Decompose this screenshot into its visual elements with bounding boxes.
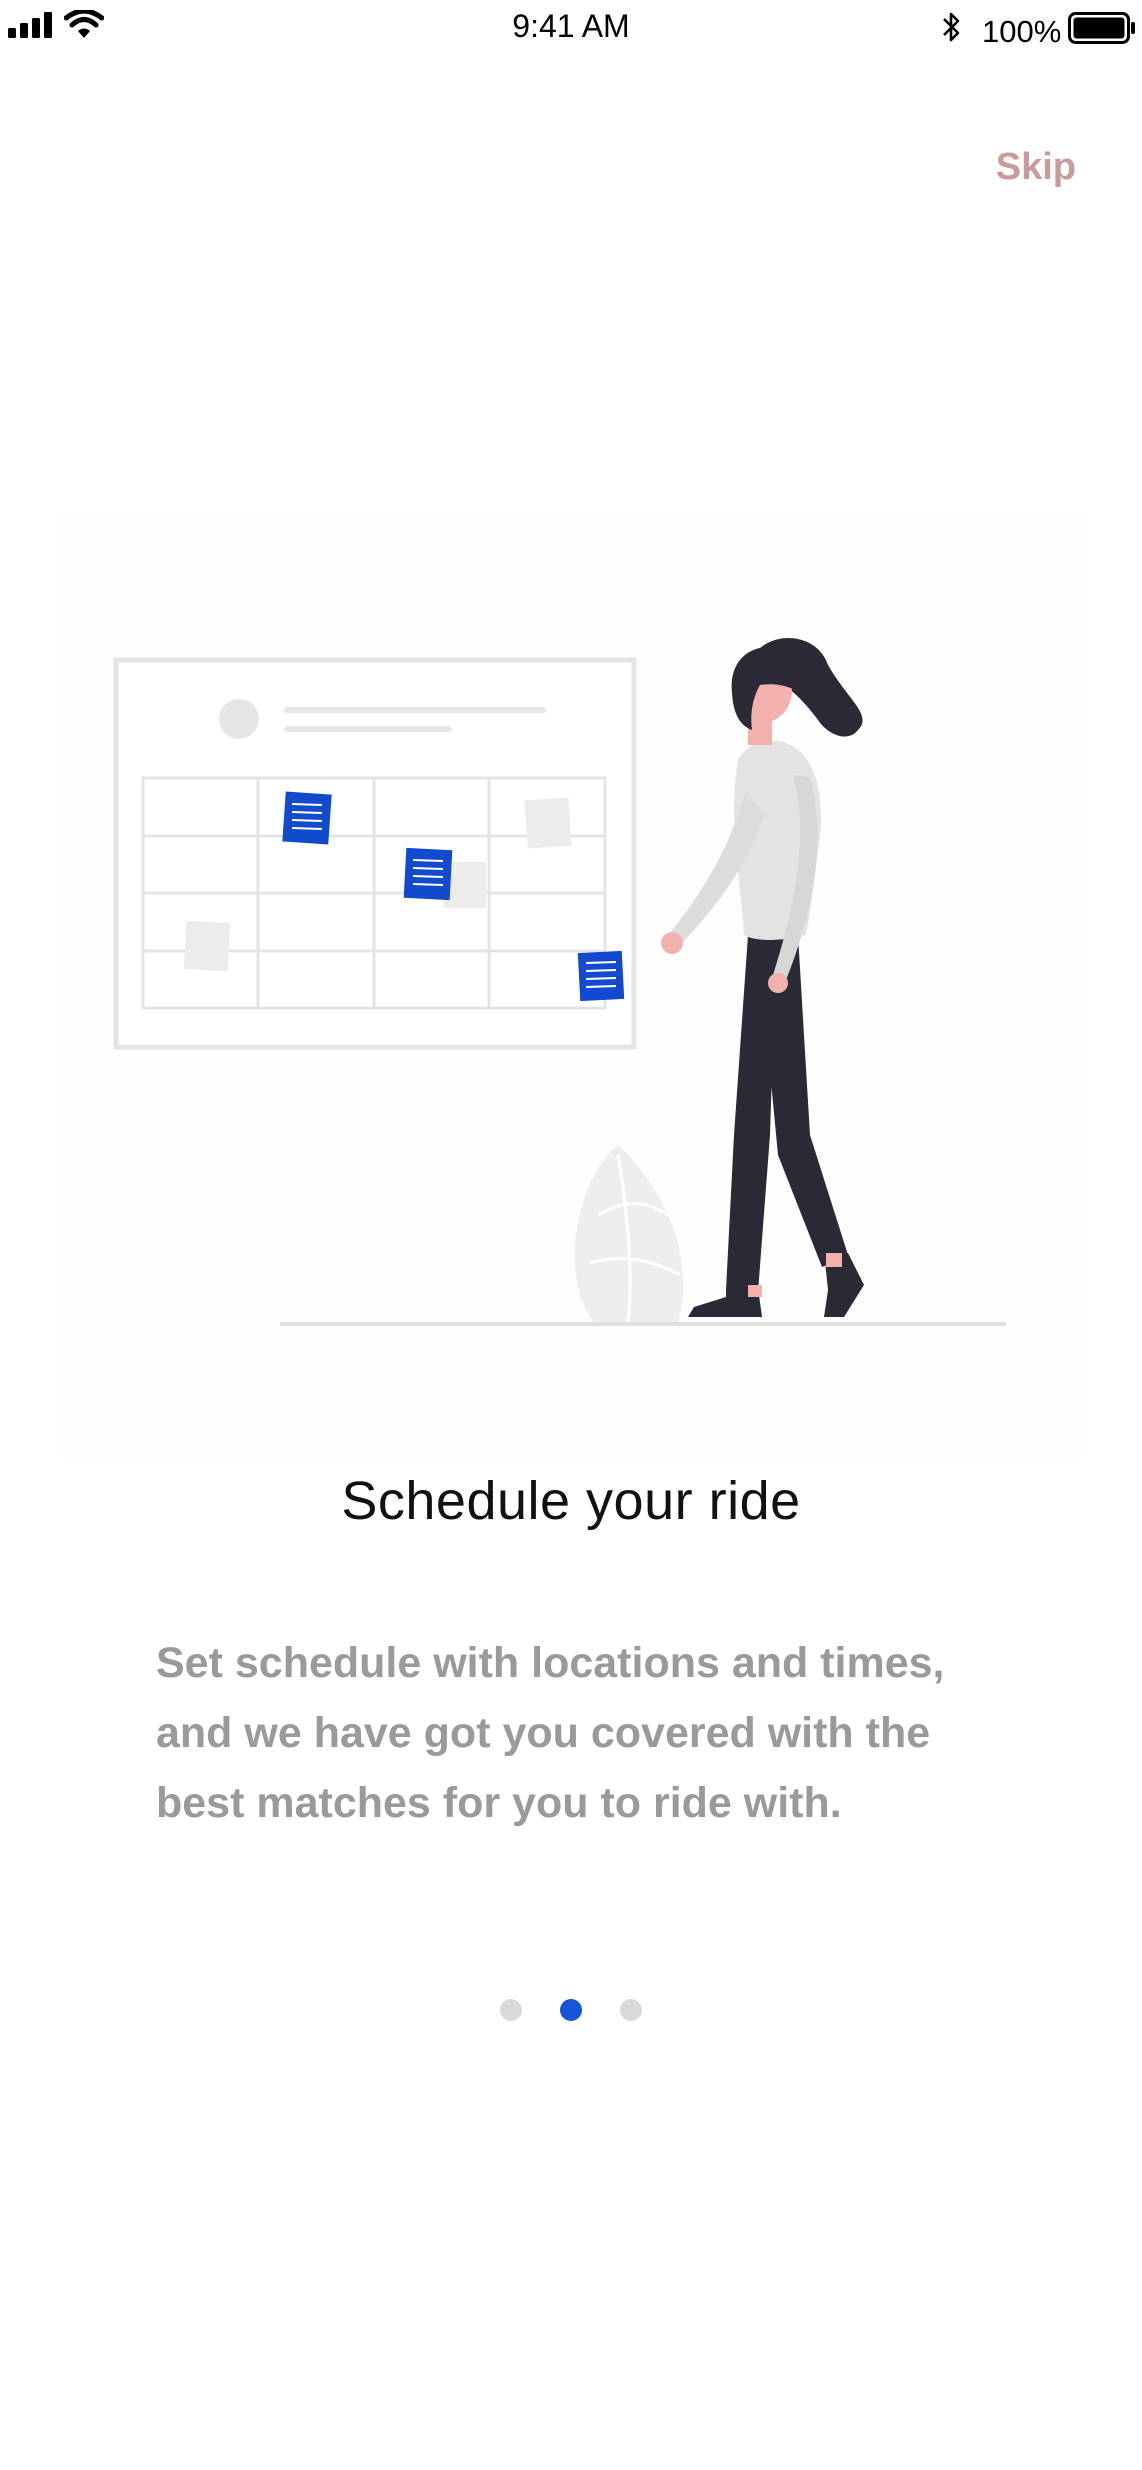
onboarding-description: Set schedule with locations and times, a… — [156, 1639, 945, 1827]
skip-button[interactable]: Skip — [996, 146, 1076, 189]
onboarding-title: Schedule your ride — [341, 1471, 801, 1531]
page-dot-2-active[interactable] — [560, 1999, 582, 2021]
onboarding-screen: 9:41 AM 100% Skip Schedule your ride Set… — [0, 0, 1142, 2470]
page-dot-1[interactable] — [500, 1999, 522, 2021]
page-dot-3[interactable] — [620, 1999, 642, 2021]
battery-icon — [1068, 12, 1135, 44]
woman-figure — [661, 638, 864, 1317]
blue-note — [403, 847, 453, 901]
plant-leaf — [574, 1145, 684, 1324]
status-bar: 9:41 AM 100% — [0, 0, 1142, 60]
blue-note — [282, 791, 332, 845]
onboarding-illustration — [58, 515, 1086, 1457]
page-indicator — [0, 1999, 1142, 2023]
bluetooth-icon — [943, 12, 960, 42]
blue-note — [577, 950, 625, 1002]
calendar-board — [113, 657, 637, 1050]
status-time: 9:41 AM — [512, 8, 630, 44]
battery-percent: 100% — [982, 14, 1062, 49]
